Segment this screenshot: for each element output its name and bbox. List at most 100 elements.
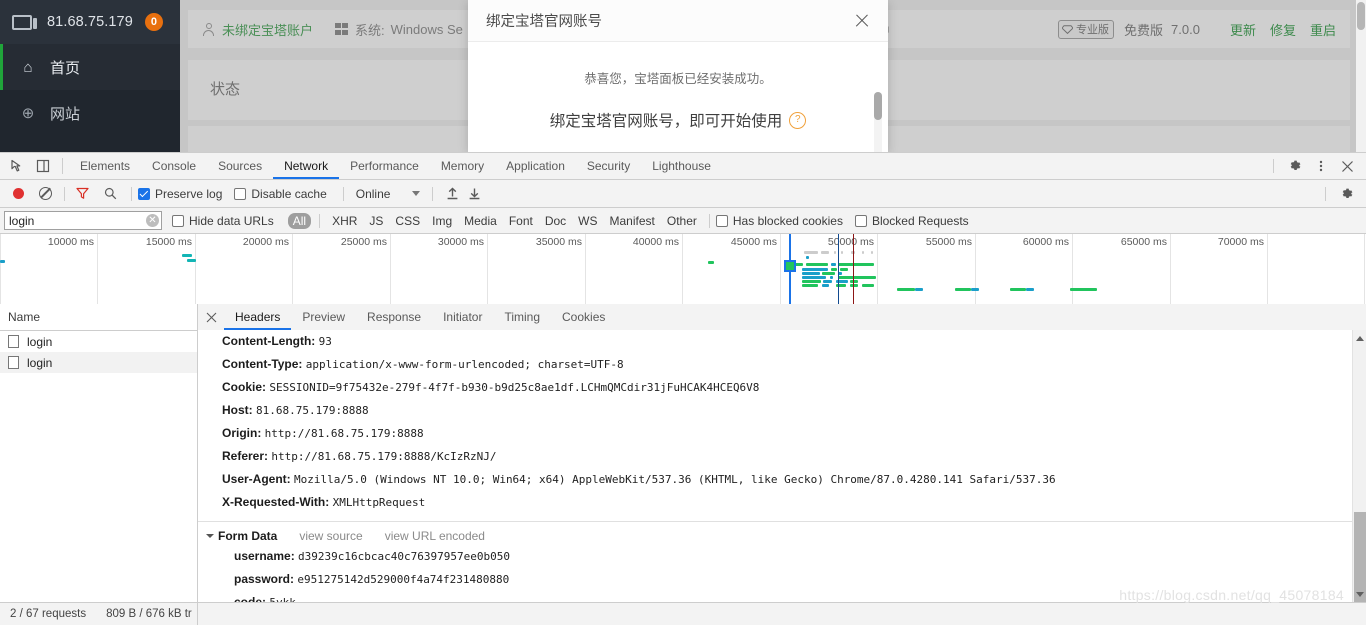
- tab-network[interactable]: Network: [273, 153, 339, 179]
- modal-scrollbar[interactable]: [874, 92, 882, 152]
- document-icon: [8, 356, 19, 369]
- clear-icon[interactable]: [39, 187, 52, 200]
- globe-icon: ⊕: [21, 104, 35, 122]
- filterbar-divider-2: [708, 213, 710, 228]
- clear-filter-icon[interactable]: ✕: [146, 214, 159, 227]
- page-scrollbar-thumb[interactable]: [1357, 2, 1365, 30]
- detail-tab-cookies[interactable]: Cookies: [551, 304, 616, 330]
- disable-cache-checkbox[interactable]: Disable cache: [234, 187, 327, 201]
- transferred-size: 809 B / 676 kB tr: [106, 608, 192, 620]
- tab-elements[interactable]: Elements: [69, 153, 141, 179]
- type-filter-css[interactable]: CSS: [389, 214, 426, 228]
- overview-tick-3: 20000 ms: [242, 236, 289, 248]
- network-overview-timeline[interactable]: 5000 ms 10000 ms 15000 ms 20000 ms 25000…: [0, 234, 1366, 307]
- hide-data-urls-box[interactable]: [172, 214, 184, 227]
- help-icon[interactable]: ?: [789, 111, 807, 129]
- type-filter-other[interactable]: Other: [661, 214, 703, 228]
- view-url-encoded-link[interactable]: view URL encoded: [385, 529, 485, 543]
- type-filter-img[interactable]: Img: [426, 214, 458, 228]
- notification-badge[interactable]: 0: [144, 13, 163, 31]
- throttling-select[interactable]: Online: [356, 187, 421, 201]
- inspect-element-icon[interactable]: [4, 153, 30, 179]
- view-source-link[interactable]: view source: [299, 529, 362, 543]
- update-link[interactable]: 更新: [1230, 20, 1256, 39]
- type-filter-ws[interactable]: WS: [572, 214, 603, 228]
- header-row: Host: 81.68.75.179:8888: [198, 399, 1352, 422]
- detail-tab-response[interactable]: Response: [356, 304, 432, 330]
- tab-performance[interactable]: Performance: [339, 153, 430, 179]
- detail-tab-timing[interactable]: Timing: [493, 304, 551, 330]
- sidebar-item-website[interactable]: ⊕ 网站: [0, 90, 180, 136]
- overview-tick-7: 40000 ms: [632, 236, 679, 248]
- request-count: 2 / 67 requests: [10, 608, 87, 620]
- tab-application[interactable]: Application: [495, 153, 576, 179]
- tab-sources[interactable]: Sources: [207, 153, 273, 179]
- request-list-header[interactable]: Name: [0, 304, 197, 331]
- close-icon[interactable]: [852, 11, 872, 31]
- tab-security[interactable]: Security: [576, 153, 641, 179]
- baota-sidebar: 81.68.75.179 0 ⌂ 首页 ⊕ 网站: [0, 0, 180, 152]
- hide-data-urls-checkbox[interactable]: Hide data URLs: [172, 214, 274, 228]
- close-detail-icon[interactable]: [198, 304, 224, 330]
- table-row[interactable]: login: [0, 352, 197, 373]
- filter-input[interactable]: [4, 211, 162, 230]
- restart-link[interactable]: 重启: [1310, 20, 1336, 39]
- import-har-icon[interactable]: [441, 187, 463, 200]
- request-list-pane: Name login login: [0, 304, 198, 603]
- scroll-down-icon[interactable]: [1356, 592, 1364, 597]
- page-scrollbar[interactable]: [1356, 0, 1366, 152]
- type-filter-all[interactable]: All: [287, 212, 312, 229]
- detail-scrollbar-thumb[interactable]: [1354, 512, 1366, 603]
- search-icon[interactable]: [104, 187, 117, 200]
- type-filter-font[interactable]: Font: [503, 214, 539, 228]
- account-status[interactable]: 未绑定宝塔账户: [202, 20, 313, 39]
- record-icon[interactable]: [13, 188, 24, 199]
- header-name: X-Requested-With:: [222, 495, 330, 509]
- header-row: Origin: http://81.68.75.179:8888: [198, 422, 1352, 445]
- close-devtools-icon[interactable]: [1334, 160, 1360, 173]
- type-filter-doc[interactable]: Doc: [539, 214, 572, 228]
- preserve-log-checkbox[interactable]: Preserve log: [138, 187, 222, 201]
- overview-selection-handle[interactable]: [784, 260, 796, 272]
- blocked-requests-box[interactable]: [854, 214, 867, 227]
- tab-memory[interactable]: Memory: [430, 153, 495, 179]
- overview-tick-2: 15000 ms: [145, 236, 192, 248]
- type-filter-manifest[interactable]: Manifest: [604, 214, 661, 228]
- preserve-log-box[interactable]: [138, 187, 150, 200]
- network-settings-gear-icon[interactable]: [1334, 187, 1360, 201]
- toolbar-divider-4: [432, 186, 434, 201]
- chevron-down-icon[interactable]: [206, 534, 214, 538]
- overview-ruler: 5000 ms 10000 ms 15000 ms 20000 ms 25000…: [0, 234, 1366, 306]
- blocked-requests-checkbox[interactable]: Blocked Requests: [854, 214, 969, 228]
- detail-tab-initiator[interactable]: Initiator: [432, 304, 493, 330]
- disable-cache-box[interactable]: [234, 187, 247, 200]
- type-filter-media[interactable]: Media: [458, 214, 503, 228]
- sidebar-item-home[interactable]: ⌂ 首页: [0, 44, 180, 90]
- tab-lighthouse[interactable]: Lighthouse: [641, 153, 722, 179]
- pro-badge[interactable]: 专业版: [1058, 19, 1115, 39]
- header-value: Mozilla/5.0 (Windows NT 10.0; Win64; x64…: [294, 473, 1056, 486]
- scroll-up-icon[interactable]: [1356, 336, 1364, 341]
- detail-tab-preview[interactable]: Preview: [291, 304, 356, 330]
- filter-icon[interactable]: [76, 187, 89, 200]
- device-toolbar-icon[interactable]: [30, 153, 56, 179]
- gear-icon[interactable]: [1282, 159, 1308, 173]
- export-har-icon[interactable]: [463, 187, 485, 200]
- server-ip-label: 81.68.75.179: [47, 14, 133, 30]
- type-filter-xhr[interactable]: XHR: [326, 214, 363, 228]
- repair-link[interactable]: 修复: [1270, 20, 1296, 39]
- header-row: Content-Length: 93: [198, 330, 1352, 353]
- pro-badge-label: 专业版: [1076, 24, 1110, 36]
- column-header-name: Name: [8, 310, 41, 324]
- sidebar-server-header[interactable]: 81.68.75.179 0: [0, 0, 180, 44]
- table-row[interactable]: login: [0, 331, 197, 352]
- more-vertical-icon[interactable]: [1308, 159, 1334, 173]
- has-blocked-cookies-box[interactable]: [715, 214, 728, 227]
- filterbar-divider-1: [319, 213, 321, 228]
- has-blocked-cookies-checkbox[interactable]: Has blocked cookies: [715, 214, 843, 228]
- modal-scrollbar-thumb[interactable]: [874, 92, 882, 120]
- detail-scrollbar[interactable]: [1352, 330, 1366, 603]
- type-filter-js[interactable]: JS: [363, 214, 389, 228]
- tab-console[interactable]: Console: [141, 153, 207, 179]
- detail-tab-headers[interactable]: Headers: [224, 304, 291, 330]
